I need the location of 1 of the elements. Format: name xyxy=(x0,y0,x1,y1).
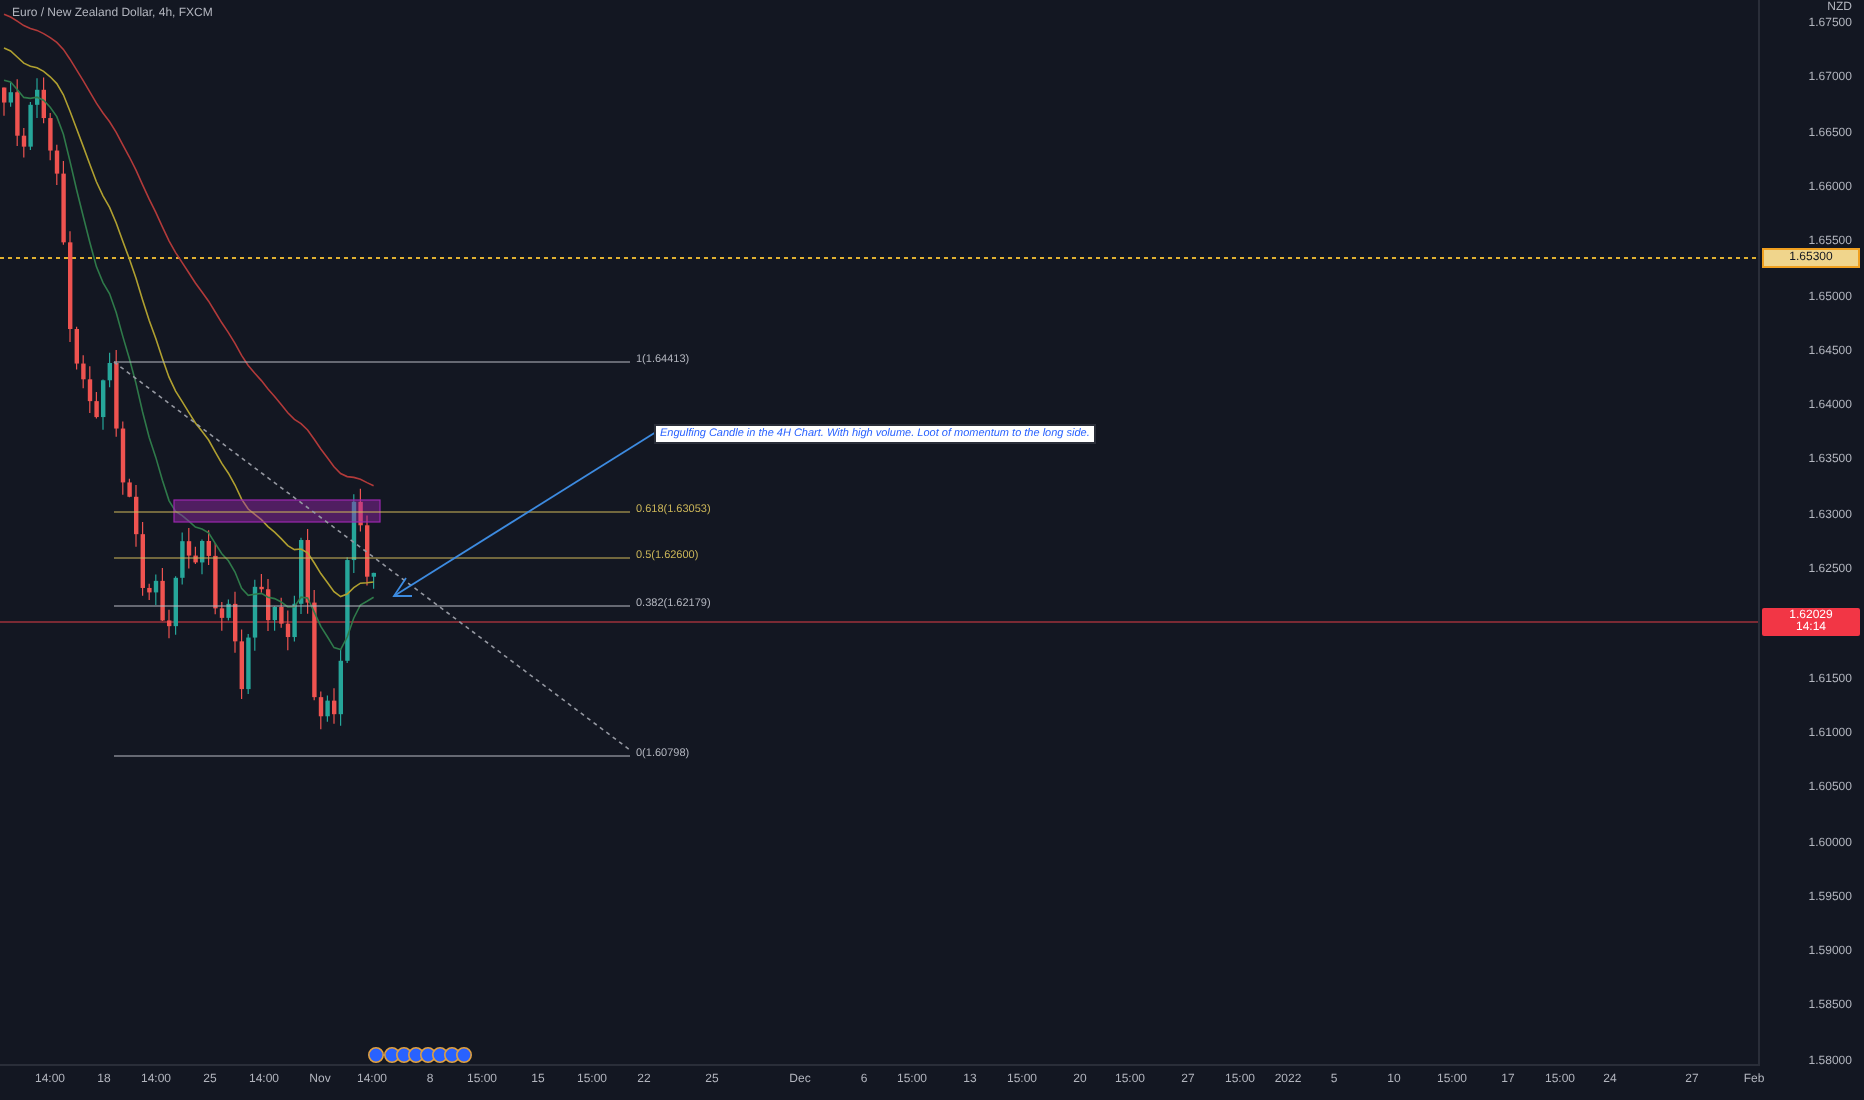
event-marker-drawing xyxy=(368,1046,472,1064)
